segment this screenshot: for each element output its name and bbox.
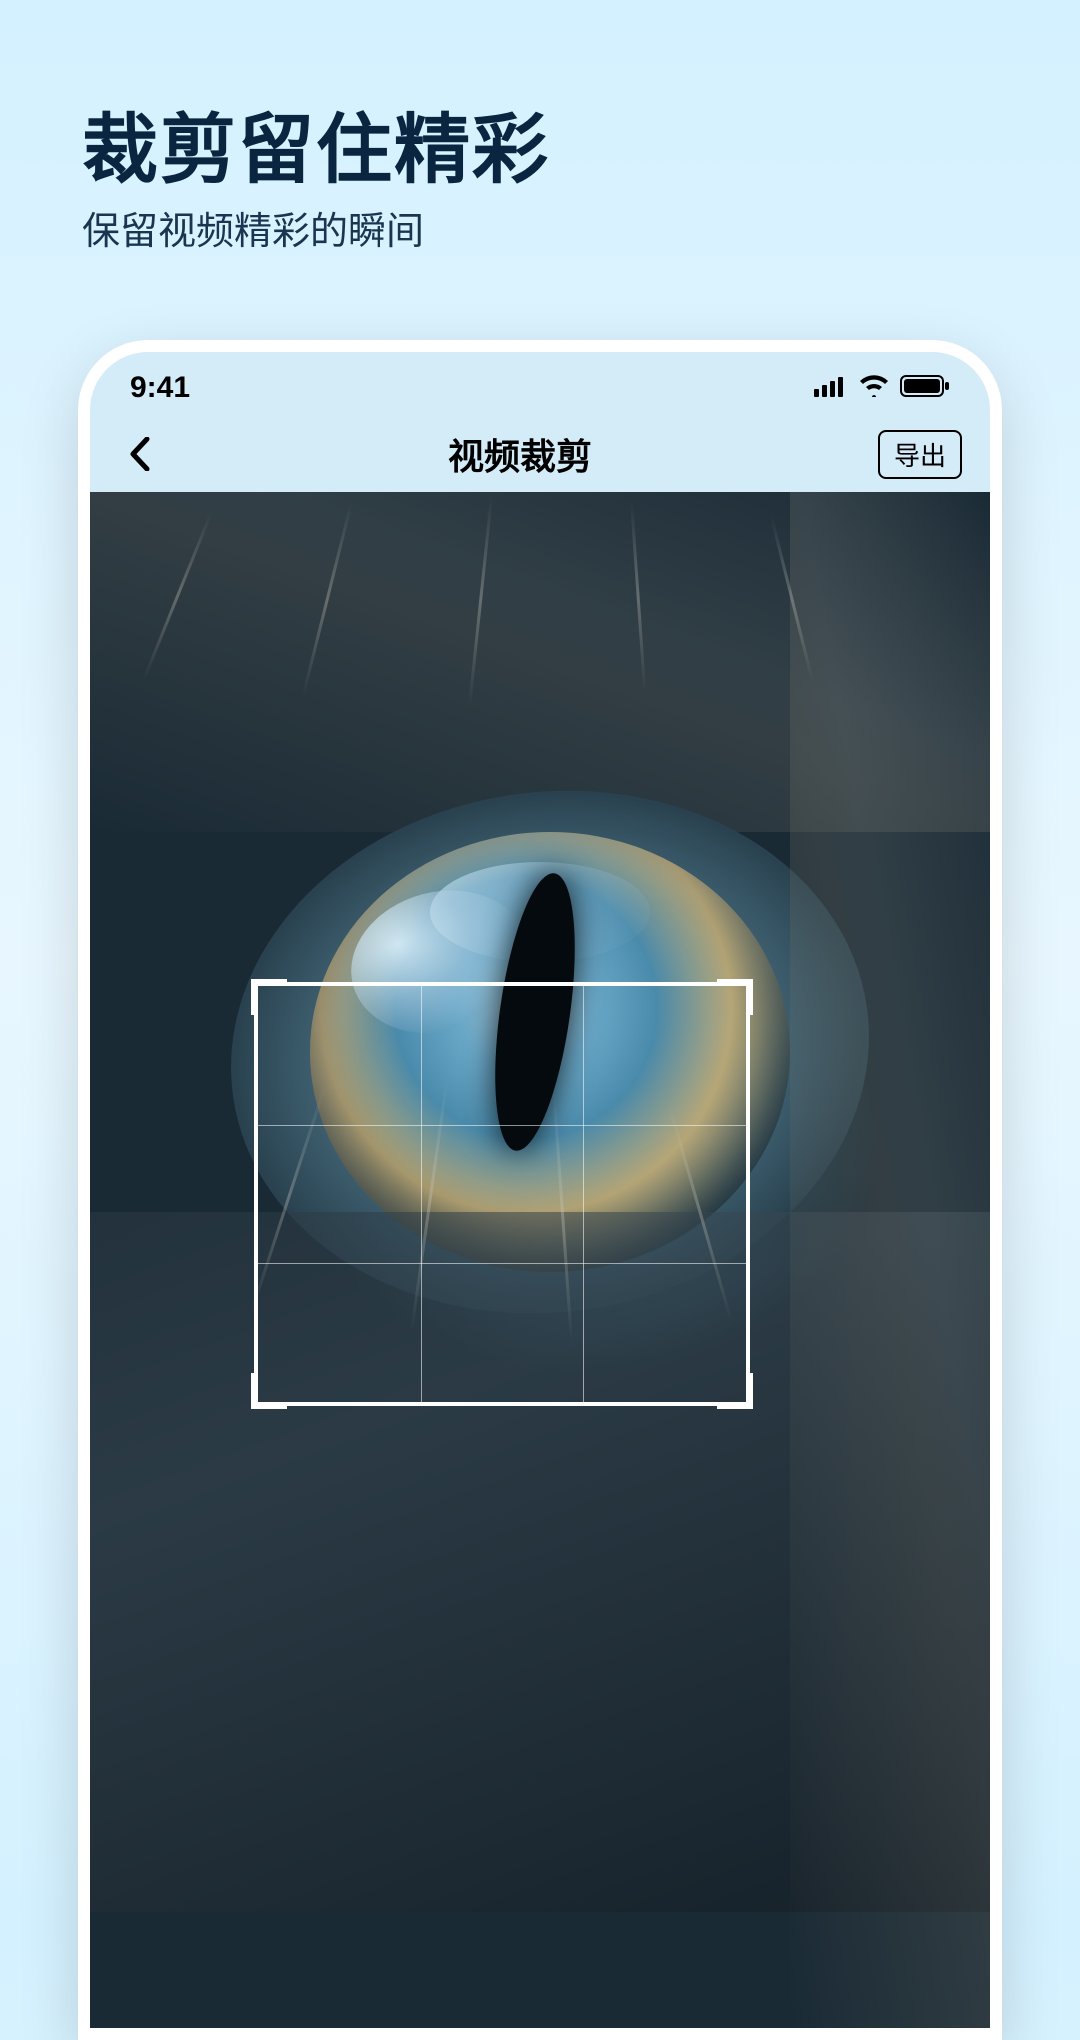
crop-handle-bottom-left[interactable] xyxy=(251,1373,287,1409)
export-button[interactable]: 导出 xyxy=(878,430,962,479)
navigation-bar: 视频裁剪 导出 xyxy=(90,416,990,492)
crop-handle-bottom-right[interactable] xyxy=(717,1373,753,1409)
status-bar: 9:41 xyxy=(90,360,990,416)
promo-subtitle: 保留视频精彩的瞬间 xyxy=(82,200,424,255)
page-title: 视频裁剪 xyxy=(448,428,592,480)
chevron-left-icon xyxy=(129,437,151,471)
crop-grid-line xyxy=(583,986,584,1402)
phone-screen: 9:41 视频裁剪 导出 xyxy=(90,352,990,2028)
fur-texture xyxy=(790,492,990,2028)
video-preview[interactable] xyxy=(90,492,990,2028)
crop-grid-line xyxy=(258,1263,746,1264)
status-time: 9:41 xyxy=(130,371,190,405)
crop-grid-line xyxy=(421,986,422,1402)
phone-frame: 9:41 视频裁剪 导出 xyxy=(78,340,1002,2040)
promo-title: 裁剪留住精彩 xyxy=(82,88,550,198)
crop-handle-top-left[interactable] xyxy=(251,979,287,1015)
back-button[interactable] xyxy=(118,432,162,476)
crop-selection[interactable] xyxy=(254,982,750,1406)
wifi-icon xyxy=(858,375,890,402)
status-icons xyxy=(814,375,950,402)
battery-icon xyxy=(900,375,950,402)
cellular-signal-icon xyxy=(814,375,848,402)
crop-grid-line xyxy=(258,1125,746,1126)
crop-handle-top-right[interactable] xyxy=(717,979,753,1015)
